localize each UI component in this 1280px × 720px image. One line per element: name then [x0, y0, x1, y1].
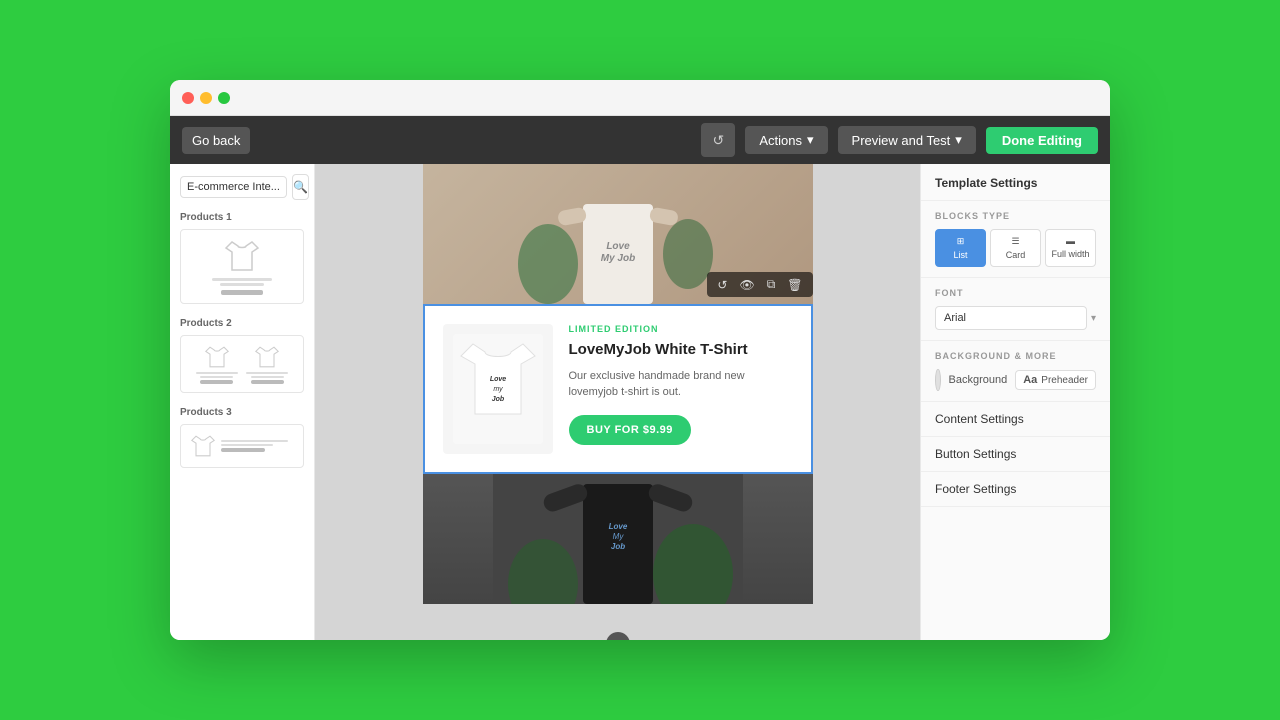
product-group-3-title: Products 3	[180, 407, 304, 418]
actions-label: Actions	[759, 133, 802, 148]
product-group-2-title: Products 2	[180, 318, 304, 329]
copy-block-button[interactable]: ⧉	[763, 275, 780, 294]
full-label: Full width	[1051, 249, 1089, 259]
product-tshirt-svg: Love my Job	[453, 334, 543, 444]
preview-chevron-icon: ▾	[955, 132, 962, 148]
bg-row: Background Aa Preheader	[935, 369, 1096, 391]
hero-person-svg: Love My Job	[518, 164, 718, 304]
bottom-person-image: Love My Job	[423, 474, 813, 604]
block-type-full-button[interactable]: ▬ Full width	[1045, 229, 1096, 267]
font-select-row: Arial ▾	[935, 306, 1096, 330]
right-panel: Template Settings BLOCKS TYPE ⊞ List ☰ C…	[920, 164, 1110, 640]
title-bar	[170, 80, 1110, 116]
product-name: LoveMyJob White T-Shirt	[569, 340, 793, 360]
email-product-section[interactable]: ↺ 👁 ⧉ 🗑	[423, 304, 813, 474]
bottom-person-svg: Love My Job	[493, 474, 743, 604]
actions-chevron-icon: ▾	[807, 132, 814, 148]
background-label: BACKGROUND & MORE	[935, 351, 1096, 361]
font-select[interactable]: Arial	[935, 306, 1087, 330]
list-label: List	[953, 250, 967, 260]
background-section: BACKGROUND & MORE Background Aa Preheade…	[921, 341, 1110, 402]
svg-text:Love: Love	[489, 376, 505, 383]
product-group-3: Products 3	[180, 407, 304, 468]
template-settings-title: Template Settings	[921, 164, 1110, 201]
panel-header: E-commerce Inte... 🔍	[180, 174, 304, 200]
font-chevron-icon: ▾	[1091, 313, 1096, 324]
product-template-3[interactable]	[180, 424, 304, 468]
list-icon: ⊞	[957, 236, 965, 247]
go-back-button[interactable]: Go back	[182, 127, 250, 154]
toolbar: Go back ↺ Actions ▾ Preview and Test ▾ D…	[170, 116, 1110, 164]
product-badge: LIMITED EDITION	[569, 324, 793, 334]
email-bottom-section: Love My Job	[423, 474, 813, 604]
card-label: Card	[1006, 250, 1026, 260]
app-window: Go back ↺ Actions ▾ Preview and Test ▾ D…	[170, 80, 1110, 640]
template-dropdown[interactable]: E-commerce Inte...	[180, 176, 287, 198]
product-image: Love my Job	[443, 324, 553, 454]
product-2a-tshirt-icon	[203, 344, 231, 370]
product-group-1: Products 1	[180, 212, 304, 304]
product-group-2: Products 2	[180, 318, 304, 393]
svg-text:My Job: My Job	[600, 253, 634, 264]
product-template-2[interactable]	[180, 335, 304, 393]
background-text: Background	[949, 374, 1008, 386]
minimize-button[interactable]	[200, 92, 212, 104]
preview-block-button[interactable]: 👁	[735, 275, 758, 294]
traffic-lights	[182, 92, 230, 104]
block-type-list-button[interactable]: ⊞ List	[935, 229, 986, 267]
blocks-type-label: BLOCKS TYPE	[935, 211, 1096, 221]
product-block: Love my Job LIMITED EDITION LoveMyJob Wh…	[423, 304, 813, 474]
font-section: FONT Arial ▾	[921, 278, 1110, 341]
rotate-block-button[interactable]: ↺	[713, 275, 731, 294]
center-canvas[interactable]: Love My Job ↺ 👁	[315, 164, 920, 640]
add-section-button[interactable]: +	[606, 632, 630, 640]
svg-text:Love: Love	[606, 241, 630, 252]
product-template-1[interactable]	[180, 229, 304, 304]
button-settings-item[interactable]: Button Settings	[921, 437, 1110, 472]
delete-block-button[interactable]: 🗑	[783, 275, 806, 294]
block-toolbar: ↺ 👁 ⧉ 🗑	[707, 272, 812, 297]
svg-text:Job: Job	[610, 542, 624, 551]
actions-button[interactable]: Actions ▾	[745, 126, 827, 154]
background-color-picker[interactable]	[935, 369, 941, 391]
full-icon: ▬	[1066, 236, 1075, 246]
preview-label: Preview and Test	[852, 133, 951, 148]
preheader-label: Preheader	[1041, 375, 1088, 386]
block-type-card-button[interactable]: ☰ Card	[990, 229, 1041, 267]
font-label: FONT	[935, 288, 1096, 298]
email-canvas: Love My Job ↺ 👁	[315, 164, 920, 640]
preheader-button[interactable]: Aa Preheader	[1015, 370, 1096, 390]
left-panel: E-commerce Inte... 🔍 Products 1	[170, 164, 315, 640]
svg-text:my: my	[493, 386, 503, 393]
buy-button[interactable]: BUY FOR $9.99	[569, 415, 691, 445]
preview-button[interactable]: Preview and Test ▾	[838, 126, 976, 154]
content-settings-item[interactable]: Content Settings	[921, 402, 1110, 437]
search-button[interactable]: 🔍	[292, 174, 309, 200]
svg-text:My: My	[612, 532, 624, 541]
product-info: LIMITED EDITION LoveMyJob White T-Shirt …	[569, 324, 793, 445]
history-button[interactable]: ↺	[701, 123, 735, 157]
blocks-type-row: ⊞ List ☰ Card ▬ Full width	[935, 229, 1096, 267]
product-group-1-title: Products 1	[180, 212, 304, 223]
search-icon: 🔍	[293, 180, 308, 194]
maximize-button[interactable]	[218, 92, 230, 104]
product-1-tshirt-icon	[222, 238, 262, 274]
product-description: Our exclusive handmade brand new lovemyj…	[569, 368, 793, 401]
product-3-tshirt-icon	[189, 433, 217, 459]
card-icon: ☰	[1011, 236, 1019, 247]
product-2b-tshirt-icon	[253, 344, 281, 370]
main-content: E-commerce Inte... 🔍 Products 1	[170, 164, 1110, 640]
svg-text:Job: Job	[491, 396, 504, 403]
preheader-aa-icon: Aa	[1023, 374, 1037, 386]
done-editing-button[interactable]: Done Editing	[986, 127, 1098, 154]
footer-settings-item[interactable]: Footer Settings	[921, 472, 1110, 507]
close-button[interactable]	[182, 92, 194, 104]
blocks-type-section: BLOCKS TYPE ⊞ List ☰ Card ▬ Full width	[921, 201, 1110, 278]
svg-text:Love: Love	[608, 522, 627, 531]
